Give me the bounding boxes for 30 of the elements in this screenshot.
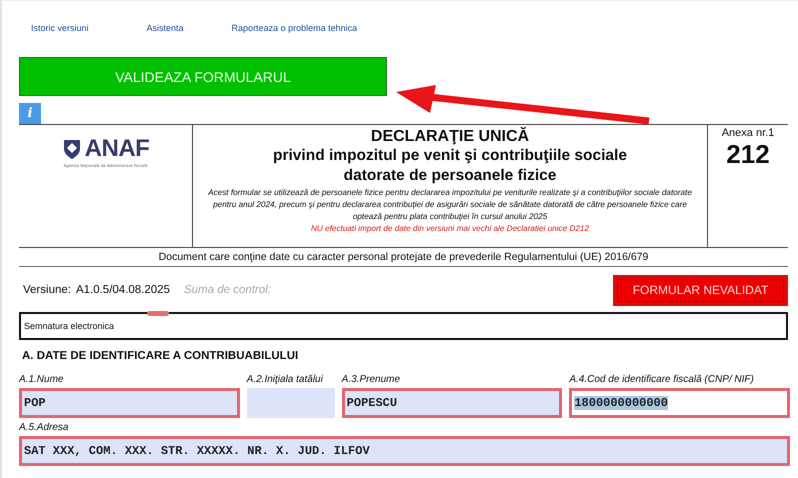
input-field[interactable]: SAT XXX, COM. XXX. STR. XXXXX. NR. X. JUD. ILFOV — [19, 436, 790, 466]
import-warning: NU efectuati import de date din versiuni mai vechi ale Declaratiei unice D212 — [310, 223, 590, 234]
privacy-note: Document care conţine date cu caracter personal protejate de prevederile Regulamentului (UE) 2016/679 — [19, 248, 788, 267]
form-description: Acest formular se utilizează de persoanele fizice pentru declararea impozitului pe veniturile realizate şi a contribuţiilor sociale datorate pentru anul 2024, precum şi pentru declararea contribuţiei de asigurări sociale de sănătate datorată de către persoanele fizice care optează pentru plata contribuţiei în cursul anului 2025 — [206, 187, 693, 223]
input-field[interactable]: POPESCU — [342, 388, 562, 418]
field-label: A.2.Iniţiala tatălui — [246, 374, 324, 387]
input-field[interactable]: 1800000000000 — [569, 388, 790, 418]
checksum-label: Suma de control: — [184, 284, 271, 296]
input-field[interactable]: POP — [19, 388, 240, 418]
signature-label: Semnatura electronica — [24, 321, 114, 331]
shield-icon — [62, 138, 82, 160]
section-title: A. DATE DE IDENTIFICARE A CONTRIBUABILULUI — [21, 350, 300, 364]
field-label: A.1.Nume — [19, 374, 64, 387]
input-field[interactable] — [246, 388, 335, 418]
signature-field[interactable]: Semnatura electronica — [19, 312, 788, 340]
nav-link[interactable]: Raporteaza o problema tehnica — [232, 23, 358, 33]
field-marker-icon — [147, 311, 169, 316]
form-subtitle: datorate de persoanele fizice — [344, 166, 556, 186]
annex-label: Anexa nr.1 — [722, 127, 774, 139]
form-subtitle: privind impozitul pe venit şi contribuţiile sociale — [273, 146, 627, 166]
nav-link[interactable]: Istoric versiuni — [31, 23, 89, 33]
form-number: 212 — [726, 139, 770, 169]
version-value: A1.0.5/04.08.2025 — [76, 284, 170, 296]
version-label: Versiune: — [23, 284, 71, 296]
form-title: DECLARAŢIE UNICĂ — [370, 128, 530, 146]
field-label: A.4.Cod de identificare fiscală (CNP/ NIF) — [569, 374, 755, 387]
logo-text: ANAF — [84, 135, 150, 163]
field-label: A.3.Prenume — [342, 374, 402, 387]
field-label: A.5.Adresa — [19, 422, 70, 435]
nav-link[interactable]: Asistenta — [146, 23, 184, 33]
